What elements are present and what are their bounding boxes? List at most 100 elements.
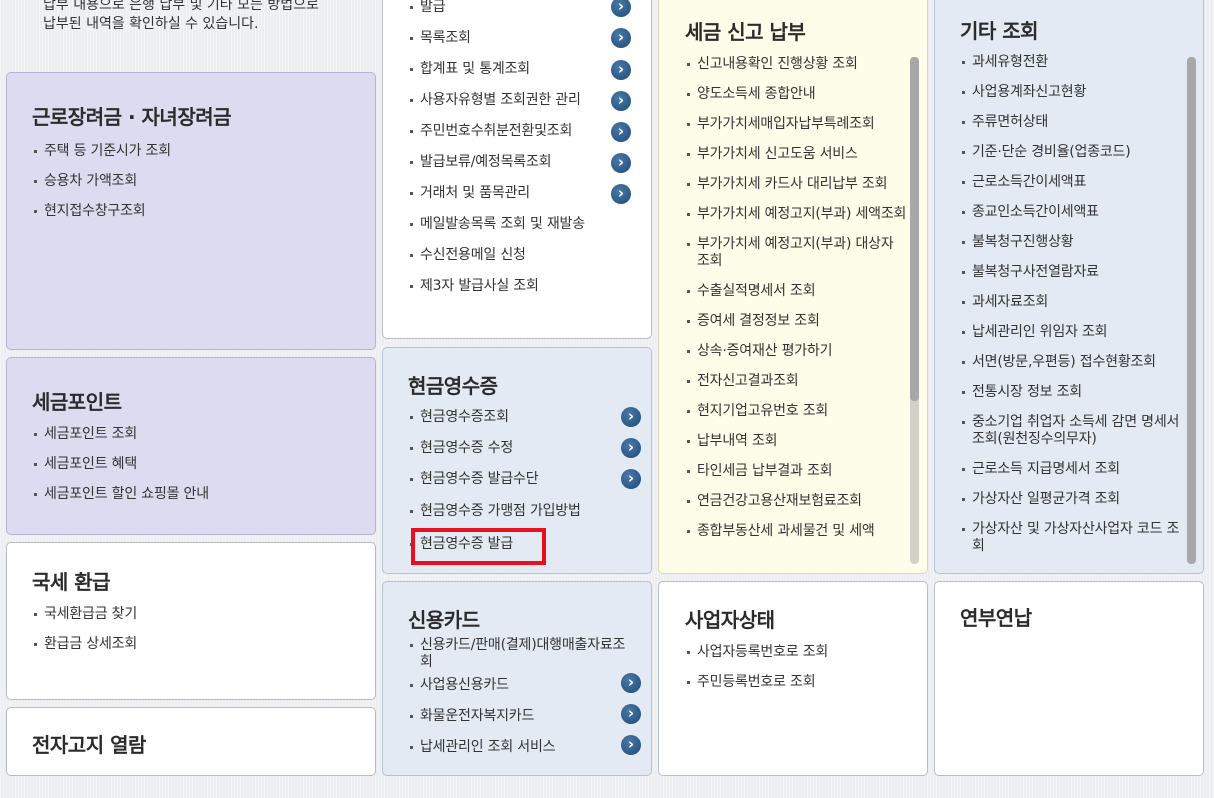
chevron-right-circle-icon[interactable]: ›	[621, 438, 641, 458]
link-item[interactable]: 합계표 및 통계조회	[408, 61, 638, 78]
card-tax-report: 세금 신고 납부 신고내용확인 진행상황 조회 양도소득세 종합안내 부가가치세…	[658, 0, 928, 574]
link-item[interactable]: 납부내역 조회	[685, 433, 907, 450]
scrollbar[interactable]	[1187, 57, 1196, 564]
link-item[interactable]: 타인세금 납부결과 조회	[685, 463, 907, 480]
intro-text-line-1: 납부 내용으로 은행 납부 및 기타 모든 방법으로	[43, 0, 319, 13]
scrollbar-thumb[interactable]	[1187, 57, 1196, 564]
link-item[interactable]: 사업용신용카드	[408, 677, 638, 694]
card-title: 세금 신고 납부	[685, 20, 806, 44]
link-item[interactable]: 연금건강고용산재보험료조회	[685, 493, 907, 510]
link-list: 발급 목록조회 합계표 및 통계조회 사용자유형별 조회권한 관리 주민번호수취…	[408, 0, 638, 295]
link-item[interactable]: 거래처 및 품목관리	[408, 185, 638, 202]
link-item[interactable]: 불복청구진행상황	[960, 234, 1186, 251]
link-item[interactable]: 전통시장 정보 조회	[960, 384, 1186, 401]
link-item[interactable]: 수신전용메일 신청	[408, 247, 638, 264]
link-item[interactable]: 전자신고결과조회	[685, 373, 907, 390]
chevron-right-circle-icon[interactable]: ›	[611, 184, 631, 204]
link-item[interactable]: 과세유형전환	[960, 54, 1186, 71]
link-item[interactable]: 메일발송목록 조회 및 재발송	[408, 216, 638, 233]
scrollbar[interactable]	[910, 57, 919, 564]
link-item[interactable]: 부가가치세 카드사 대리납부 조회	[685, 176, 907, 193]
link-item[interactable]: 주민번호수취분전환및조회	[408, 123, 638, 140]
link-item[interactable]: 불복청구사전열람자료	[960, 264, 1186, 281]
scrollbar-thumb[interactable]	[910, 57, 919, 401]
card-title: 전자고지 열람	[32, 733, 146, 757]
link-item[interactable]: 근로소득 지급명세서 조회	[960, 461, 1186, 478]
link-list: 주택 등 기준시가 조회 승용차 가액조회 현지접수창구조회	[32, 143, 171, 220]
link-item[interactable]: 근로소득간이세액표	[960, 174, 1186, 191]
chevron-right-circle-icon[interactable]: ›	[611, 122, 631, 142]
link-item[interactable]: 현금영수증 발급수단	[408, 471, 638, 488]
link-item[interactable]: 환급금 상세조회	[32, 636, 137, 653]
link-item[interactable]: 세금포인트 할인 쇼핑몰 안내	[32, 486, 209, 503]
link-item[interactable]: 사업용계좌신고현황	[960, 84, 1186, 101]
link-item[interactable]: 양도소득세 종합안내	[685, 86, 907, 103]
chevron-right-circle-icon[interactable]: ›	[621, 735, 641, 755]
link-item[interactable]: 주류면허상태	[960, 114, 1186, 131]
link-item[interactable]: 사업자등록번호로 조회	[685, 644, 828, 661]
link-item[interactable]: 세금포인트 혜택	[32, 456, 209, 473]
link-item[interactable]: 사용자유형별 조회권한 관리	[408, 92, 638, 109]
card-title: 국세 환급	[32, 570, 111, 594]
card-other-inquiry: 기타 조회 과세유형전환 사업용계좌신고현황 주류면허상태 기준·단순 경비율(…	[934, 0, 1204, 574]
highlight-box	[411, 528, 546, 565]
link-item[interactable]: 기준·단순 경비율(업종코드)	[960, 144, 1186, 161]
chevron-right-circle-icon[interactable]: ›	[611, 28, 631, 48]
card-title: 기타 조회	[960, 19, 1039, 43]
link-item[interactable]: 발급보류/예정목록조회	[408, 154, 638, 171]
link-item[interactable]: 납세관리인 위임자 조회	[960, 324, 1186, 341]
link-list: 신용카드/판매(결제)대행매출자료조회 사업용신용카드 화물운전자복지카드 납세…	[408, 637, 638, 756]
link-item[interactable]: 제3자 발급사실 조회	[408, 278, 638, 295]
chevron-right-circle-icon[interactable]: ›	[621, 704, 641, 724]
link-item[interactable]: 부가가치세 신고도움 서비스	[685, 146, 907, 163]
link-item[interactable]: 중소기업 취업자 소득세 감면 명세서 조회(원천징수의무자)	[960, 414, 1186, 448]
link-item[interactable]: 부가가치세 예정고지(부과) 세액조회	[685, 206, 907, 223]
link-item[interactable]: 발급	[408, 0, 638, 16]
link-item[interactable]: 목록조회	[408, 30, 638, 47]
link-list: 국세환급금 찾기 환급금 상세조회	[32, 606, 137, 653]
link-item[interactable]: 부가가치세매입자납부특례조회	[685, 116, 907, 133]
link-item[interactable]: 승용차 가액조회	[32, 173, 171, 190]
card-tax-point: 세금포인트 세금포인트 조회 세금포인트 혜택 세금포인트 할인 쇼핑몰 안내	[6, 357, 376, 535]
link-item[interactable]: 주택 등 기준시가 조회	[32, 143, 171, 160]
link-item[interactable]: 신용카드/판매(결제)대행매출자료조회	[408, 637, 638, 671]
link-list: 신고내용확인 진행상황 조회 양도소득세 종합안내 부가가치세매입자납부특례조회…	[685, 56, 907, 564]
card-e-invoice: 발급 목록조회 합계표 및 통계조회 사용자유형별 조회권한 관리 주민번호수취…	[382, 0, 652, 339]
link-item[interactable]: 신고내용확인 진행상황 조회	[685, 56, 907, 73]
card-title: 신용카드	[408, 608, 480, 632]
chevron-right-circle-icon[interactable]: ›	[611, 153, 631, 173]
link-item[interactable]: 현금영수증조회	[408, 409, 638, 426]
chevron-right-circle-icon[interactable]: ›	[621, 469, 641, 489]
intro-text-line-2: 납부된 내역을 확인하실 수 있습니다.	[43, 16, 259, 32]
link-item[interactable]: 납세관리인 조회 서비스	[408, 739, 638, 756]
link-item[interactable]: 세금포인트 조회	[32, 426, 209, 443]
chevron-right-circle-icon[interactable]: ›	[621, 407, 641, 427]
card-title: 현금영수증	[408, 374, 498, 398]
link-item[interactable]: 가상자산 일평균가격 조회	[960, 491, 1186, 508]
link-item[interactable]: 현지접수창구조회	[32, 203, 171, 220]
link-item[interactable]: 종교인소득간이세액표	[960, 204, 1186, 221]
link-item[interactable]: 주민등록번호로 조회	[685, 674, 828, 691]
link-item[interactable]: 현금영수증 가맹점 가입방법	[408, 503, 638, 520]
link-item[interactable]: 증여세 결정정보 조회	[685, 313, 907, 330]
link-item[interactable]: 종합부동산세 과세물건 및 세액	[685, 523, 907, 540]
link-item[interactable]: 화물운전자복지카드	[408, 708, 638, 725]
card-e-notice[interactable]: 전자고지 열람	[6, 707, 376, 776]
link-item[interactable]: 상속·증여재산 평가하기	[685, 343, 907, 360]
card-title: 사업자상태	[685, 608, 775, 632]
link-item[interactable]: 가상자산 및 가상자산사업자 코드 조회	[960, 521, 1186, 555]
link-item[interactable]: 현금영수증 수정	[408, 440, 638, 457]
link-item[interactable]: 수출실적명세서 조회	[685, 283, 907, 300]
link-item[interactable]: 부가가치세 예정고지(부과) 대상자 조회	[685, 236, 907, 270]
link-item[interactable]: 과세자료조회	[960, 294, 1186, 311]
link-item[interactable]: 국세환급금 찾기	[32, 606, 137, 623]
card-title: 연부연납	[960, 606, 1032, 630]
card-title: 세금포인트	[32, 390, 122, 414]
link-item[interactable]: 현지기업고유번호 조회	[685, 403, 907, 420]
chevron-right-circle-icon[interactable]: ›	[611, 91, 631, 111]
card-work-incentive: 근로장려금 · 자녀장려금 주택 등 기준시가 조회 승용차 가액조회 현지접수…	[6, 72, 376, 350]
chevron-right-circle-icon[interactable]: ›	[621, 673, 641, 693]
link-item[interactable]: 서면(방문,우편등) 접수현황조회	[960, 354, 1186, 371]
chevron-right-circle-icon[interactable]: ›	[611, 60, 631, 80]
card-installment[interactable]: 연부연납	[934, 581, 1204, 776]
